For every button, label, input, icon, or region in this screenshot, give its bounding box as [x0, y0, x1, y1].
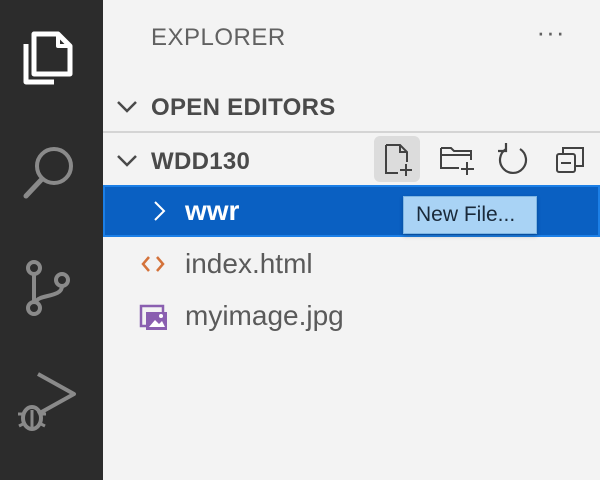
run-debug-activity-button[interactable] — [0, 358, 103, 438]
tree-item-name: myimage.jpg — [185, 300, 344, 331]
files-icon — [23, 31, 73, 85]
new-file-tooltip: New File... — [403, 196, 537, 234]
search-icon — [23, 147, 73, 199]
chevron-down-icon — [117, 101, 137, 113]
new-file-button[interactable] — [374, 136, 420, 182]
activity-bar — [0, 0, 103, 480]
explorer-title: EXPLORER — [151, 24, 286, 51]
folder-label: WDD130 — [151, 148, 251, 175]
refresh-button[interactable] — [490, 136, 536, 182]
tree-item-name: index.html — [185, 248, 313, 279]
new-folder-icon — [440, 147, 474, 175]
source-control-activity-button[interactable] — [0, 240, 103, 320]
html-file-icon — [141, 256, 165, 272]
search-activity-button[interactable] — [0, 126, 103, 206]
explorer-activity-button[interactable] — [0, 6, 103, 86]
source-control-icon — [26, 260, 70, 316]
more-actions-button[interactable]: ··· — [531, 19, 571, 52]
section-divider — [103, 131, 600, 133]
collapse-all-icon — [556, 147, 584, 173]
tree-item-file[interactable]: index.html — [103, 238, 600, 290]
image-file-icon — [139, 304, 167, 330]
collapse-all-button[interactable] — [547, 136, 593, 182]
new-file-icon — [385, 144, 412, 176]
open-editors-label: OPEN EDITORS — [151, 94, 336, 121]
tree-item-file[interactable]: myimage.jpg — [103, 290, 600, 342]
open-editors-header[interactable]: OPEN EDITORS — [103, 80, 600, 132]
new-folder-button[interactable] — [433, 136, 479, 182]
tree-item-name: wwr — [185, 195, 240, 226]
chevron-right-icon — [154, 201, 166, 221]
refresh-icon — [498, 143, 528, 174]
explorer-sidebar: EXPLORER ··· OPEN EDITORS WDD130 wwr ind… — [103, 0, 600, 480]
run-debug-icon — [18, 372, 76, 431]
chevron-down-icon — [117, 155, 137, 167]
